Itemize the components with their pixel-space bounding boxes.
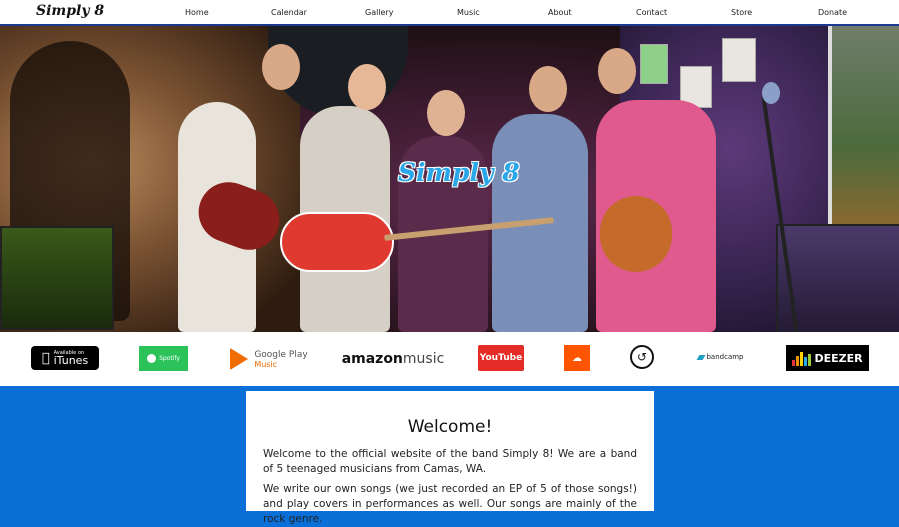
nav-about[interactable]: About [548,8,572,17]
youtube-link[interactable]: YouTube [478,345,524,371]
band-member-head [598,48,636,94]
nav-music[interactable]: Music [457,8,480,17]
google-play-music-link[interactable]: Google Play Music [228,346,310,372]
itunes-label: iTunes [49,354,89,367]
electric-guitar [600,196,672,272]
window [828,26,899,226]
deezer-label: DEEZER [814,351,863,365]
welcome-heading: Welcome! [407,417,493,437]
nav-donate[interactable]: Donate [818,8,847,17]
reverbnation-icon: ↺ [636,350,648,364]
google-play-label: Google Play [254,349,308,360]
soundcloud-link[interactable]: ☁ [564,345,590,371]
spotify-icon [147,354,157,363]
welcome-panel: Welcome! Welcome to the official website… [246,391,654,525]
hero-title: Simply 8 [398,158,520,187]
welcome-paragraph: Welcome to the official website of the b… [263,448,637,475]
microphone [762,82,780,104]
band-member-head [427,90,465,136]
bandcamp-icon [697,354,706,360]
bass-guitar [280,212,394,272]
band-member-head [529,66,567,112]
google-play-music-label: Music [254,359,278,369]
apple-icon:  [42,351,50,366]
amazon-music-link[interactable]: amazon music [342,344,445,374]
nav-calendar[interactable]: Calendar [271,8,307,17]
band-member-head [348,64,386,110]
wall-poster [640,44,668,84]
streaming-links-bar [0,332,899,386]
bandcamp-link[interactable]: bandcamp [697,350,745,364]
site-logo[interactable]: Simply 8 [36,3,104,19]
spotify-label: Spotify [159,355,180,362]
amplifier-left [0,226,114,330]
amazon-label: amazon [341,351,403,367]
deezer-bars-icon [792,350,812,366]
nav-home[interactable]: Home [185,8,209,17]
top-nav: Simply 8 Home Calendar Gallery Music Abo… [0,0,899,26]
about-paragraph: We write our own songs (we just recorded… [263,483,637,525]
nav-contact[interactable]: Contact [636,8,667,17]
band-member-head [262,44,300,90]
wall-poster [722,38,756,82]
reverbnation-link[interactable]: ↺ [630,345,654,369]
itunes-link[interactable]:  Available on iTunes [31,346,99,370]
spotify-link[interactable]: Spotify [139,346,188,371]
band-photo: Simply 8 [0,26,899,332]
nav-store[interactable]: Store [731,8,752,17]
soundcloud-icon: ☁ [572,352,582,364]
amazon-music-label: music [402,351,445,367]
nav-gallery[interactable]: Gallery [365,8,394,17]
deezer-link[interactable]: DEEZER [786,345,869,371]
google-play-icon [230,348,249,370]
bandcamp-label: bandcamp [706,353,744,361]
youtube-label: YouTube [479,353,523,363]
